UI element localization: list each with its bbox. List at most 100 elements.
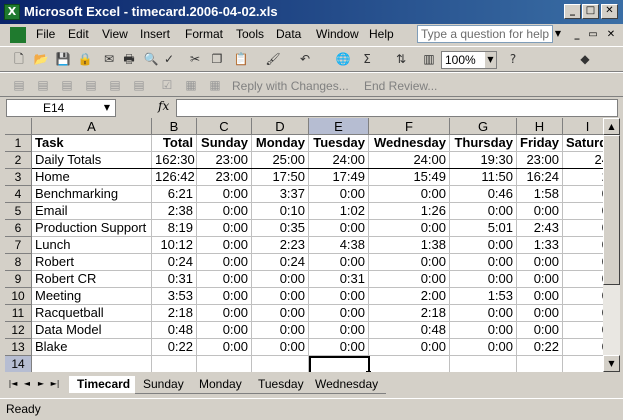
cell-b1[interactable]: Total <box>152 135 197 152</box>
review-icon-3[interactable]: ▤ <box>58 76 76 94</box>
cell-b9[interactable]: 0:31 <box>152 271 197 288</box>
cell-g7[interactable]: 0:00 <box>450 237 517 254</box>
formula-input[interactable] <box>176 99 618 117</box>
workbook-close-button[interactable]: ✕ <box>604 28 618 42</box>
scroll-thumb[interactable] <box>603 135 620 285</box>
cell-c9[interactable]: 0:00 <box>197 271 252 288</box>
cell-d4[interactable]: 3:37 <box>252 186 309 203</box>
cell-i3[interactable]: 2 <box>563 169 603 186</box>
cell-g9[interactable]: 0:00 <box>450 271 517 288</box>
cell-i11[interactable]: 0 <box>563 305 603 322</box>
cell-a10[interactable]: Meeting <box>32 288 152 305</box>
scroll-down-icon[interactable]: ▼ <box>603 355 620 372</box>
row-header-12[interactable]: 12 <box>5 322 32 339</box>
cell-h6[interactable]: 2:43 <box>517 220 563 237</box>
row-header-5[interactable]: 5 <box>5 203 32 220</box>
send-icon[interactable]: ▦ <box>206 76 224 94</box>
cell-e2[interactable]: 24:00 <box>309 152 369 169</box>
cell-b7[interactable]: 10:12 <box>152 237 197 254</box>
zoom-dropdown-icon[interactable]: ▼ <box>485 52 496 68</box>
first-sheet-icon[interactable]: |◄ <box>7 377 19 391</box>
end-review-button[interactable]: End Review... <box>364 79 437 93</box>
active-cell[interactable] <box>309 356 370 372</box>
cell-b11[interactable]: 2:18 <box>152 305 197 322</box>
cell-b5[interactable]: 2:38 <box>152 203 197 220</box>
fill-handle[interactable] <box>366 371 371 372</box>
cell-i5[interactable]: 0 <box>563 203 603 220</box>
cell-i6[interactable]: 0 <box>563 220 603 237</box>
column-header-a[interactable]: A <box>32 118 152 135</box>
cell-i14[interactable] <box>563 356 603 372</box>
cell-h7[interactable]: 1:33 <box>517 237 563 254</box>
row-header-3[interactable]: 3 <box>5 169 32 186</box>
menu-help[interactable]: Help <box>369 27 394 41</box>
review-icon-1[interactable]: ▤ <box>10 76 28 94</box>
cell-g3[interactable]: 11:50 <box>450 169 517 186</box>
cut-icon[interactable]: ✂ <box>186 50 204 68</box>
cell-e7[interactable]: 4:38 <box>309 237 369 254</box>
cell-e11[interactable]: 0:00 <box>309 305 369 322</box>
vertical-scrollbar[interactable]: ▲ ▼ <box>603 118 620 372</box>
cell-d11[interactable]: 0:00 <box>252 305 309 322</box>
cell-h2[interactable]: 23:00 <box>517 152 563 169</box>
excel-app-icon[interactable]: X <box>4 4 20 20</box>
cell-c10[interactable]: 0:00 <box>197 288 252 305</box>
cell-b2[interactable]: 162:30 <box>152 152 197 169</box>
cell-e13[interactable]: 0:00 <box>309 339 369 356</box>
autosum-icon[interactable]: Σ <box>358 50 376 68</box>
cell-b8[interactable]: 0:24 <box>152 254 197 271</box>
column-header-b[interactable]: B <box>152 118 197 135</box>
cell-f4[interactable]: 0:00 <box>369 186 450 203</box>
cell-g11[interactable]: 0:00 <box>450 305 517 322</box>
cell-g2[interactable]: 19:30 <box>450 152 517 169</box>
last-sheet-icon[interactable]: ►| <box>49 377 61 391</box>
cell-g8[interactable]: 0:00 <box>450 254 517 271</box>
format-painter-icon[interactable]: 🖌 <box>264 50 282 68</box>
column-header-c[interactable]: C <box>197 118 252 135</box>
reply-with-changes-button[interactable]: Reply with Changes... <box>232 79 349 93</box>
row-header-4[interactable]: 4 <box>5 186 32 203</box>
cell-e3[interactable]: 17:49 <box>309 169 369 186</box>
workbook-minimize-button[interactable]: _ <box>570 28 584 42</box>
cell-f11[interactable]: 2:18 <box>369 305 450 322</box>
minimize-button[interactable]: _ <box>564 4 581 19</box>
cell-a2[interactable]: Daily Totals <box>32 152 152 169</box>
cell-a5[interactable]: Email <box>32 203 152 220</box>
paste-icon[interactable]: 📋 <box>232 50 250 68</box>
cell-g1[interactable]: Thursday <box>450 135 517 152</box>
cell-f2[interactable]: 24:00 <box>369 152 450 169</box>
row-header-11[interactable]: 11 <box>5 305 32 322</box>
cell-d12[interactable]: 0:00 <box>252 322 309 339</box>
cell-f12[interactable]: 0:48 <box>369 322 450 339</box>
cell-d5[interactable]: 0:10 <box>252 203 309 220</box>
cell-c1[interactable]: Sunday <box>197 135 252 152</box>
cell-g14[interactable] <box>450 356 517 372</box>
print-preview-icon[interactable]: 🔍 <box>142 50 160 68</box>
cell-b12[interactable]: 0:48 <box>152 322 197 339</box>
cell-d13[interactable]: 0:00 <box>252 339 309 356</box>
worksheet-grid[interactable]: A B C D E F G H I 1 Task Total Sunday Monday… <box>5 118 603 372</box>
row-header-7[interactable]: 7 <box>5 237 32 254</box>
sheet-tab-monday[interactable]: Monday <box>191 376 250 394</box>
cell-b3[interactable]: 126:42 <box>152 169 197 186</box>
cell-h3[interactable]: 16:24 <box>517 169 563 186</box>
review-icon-6[interactable]: ▤ <box>130 76 148 94</box>
review-icon-5[interactable]: ▤ <box>106 76 124 94</box>
help-question-input[interactable]: Type a question for help <box>417 25 553 43</box>
cell-i8[interactable]: 0 <box>563 254 603 271</box>
cell-c8[interactable]: 0:00 <box>197 254 252 271</box>
cell-b14[interactable] <box>152 356 197 372</box>
review-icon-4[interactable]: ▤ <box>82 76 100 94</box>
chart-wizard-icon[interactable]: ▥ <box>420 50 438 68</box>
cell-f9[interactable]: 0:00 <box>369 271 450 288</box>
track-changes-icon[interactable]: ☑ <box>158 76 176 94</box>
cell-c13[interactable]: 0:00 <box>197 339 252 356</box>
sheet-tab-tuesday[interactable]: Tuesday <box>250 376 312 394</box>
cell-h9[interactable]: 0:00 <box>517 271 563 288</box>
cell-f6[interactable]: 0:00 <box>369 220 450 237</box>
column-header-h[interactable]: H <box>517 118 563 135</box>
help-dropdown-icon[interactable]: ▼ <box>552 25 564 43</box>
cell-e1[interactable]: Tuesday <box>309 135 369 152</box>
cell-h4[interactable]: 1:58 <box>517 186 563 203</box>
save-icon[interactable]: 💾 <box>54 50 72 68</box>
